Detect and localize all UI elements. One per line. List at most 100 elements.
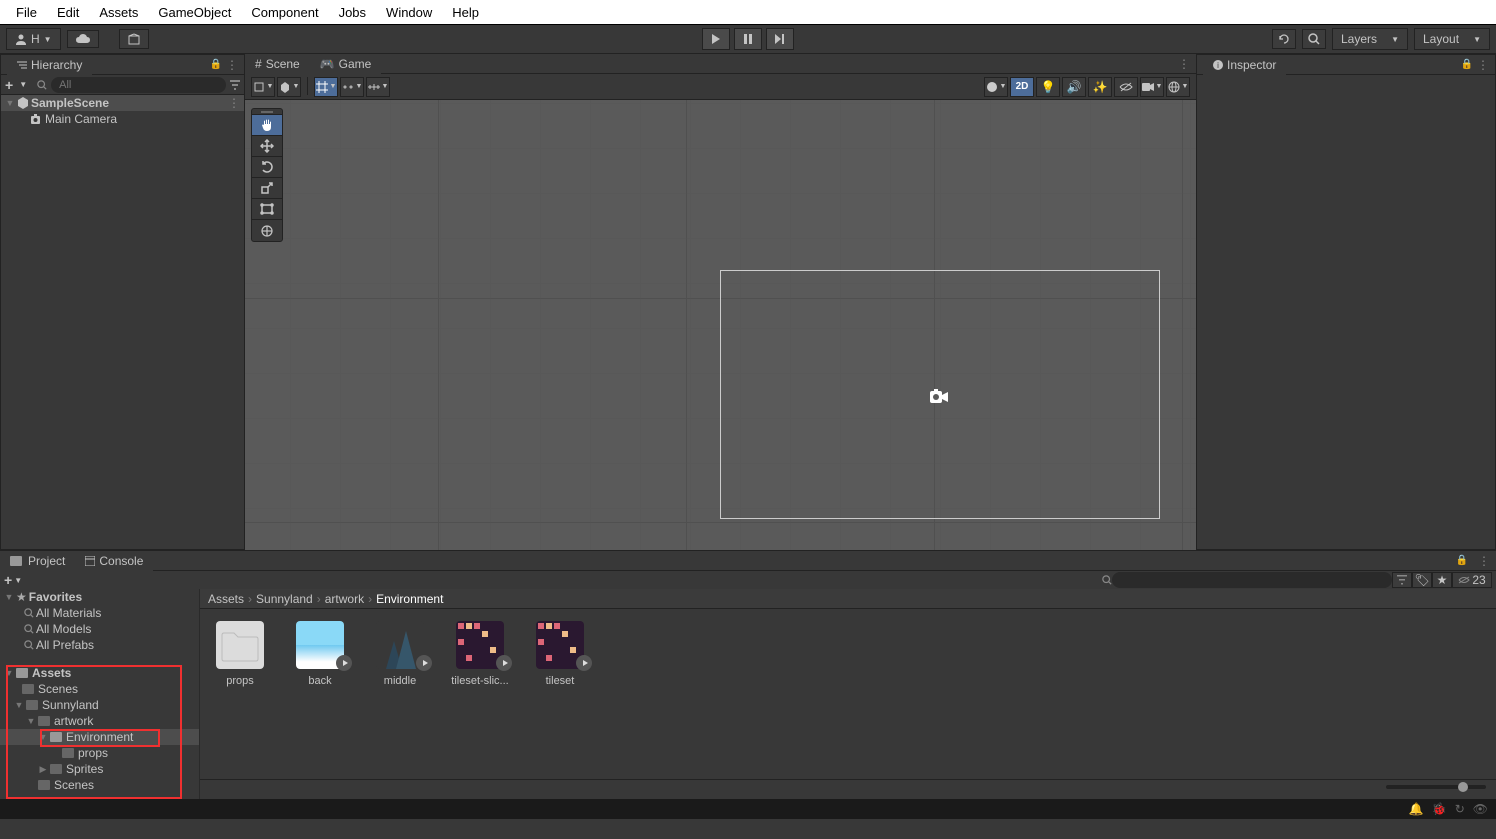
snap-increment-button[interactable]: ▼ bbox=[340, 77, 364, 97]
star-icon: ★ bbox=[16, 590, 27, 604]
gizmos-button[interactable]: ▼ bbox=[1166, 77, 1190, 97]
panel-menu-icon[interactable]: ⋮ bbox=[1472, 554, 1496, 568]
lock-icon[interactable]: 🔒 bbox=[210, 59, 222, 70]
hierarchy-search-input[interactable] bbox=[51, 77, 226, 93]
asset-grid[interactable]: props back middle bbox=[200, 609, 1496, 779]
scene-tab[interactable]: # Scene bbox=[245, 54, 310, 74]
thumbnail-size-slider[interactable] bbox=[1386, 785, 1486, 789]
favorite-all-materials[interactable]: All Materials bbox=[0, 605, 199, 621]
lock-icon[interactable]: 🔒 bbox=[1452, 555, 1472, 566]
snap-toggle-button[interactable]: ▼ bbox=[366, 77, 390, 97]
auto-refresh-icon[interactable]: ↻ bbox=[1455, 802, 1465, 816]
grid-snap-button[interactable]: ▼ bbox=[314, 77, 338, 97]
favorites-header[interactable]: ▼★ Favorites bbox=[0, 589, 199, 605]
user-icon bbox=[15, 33, 27, 45]
camera-button[interactable]: ▼ bbox=[1140, 77, 1164, 97]
panel-menu-icon[interactable]: ⋮ bbox=[226, 58, 238, 72]
lock-icon[interactable]: 🔒 bbox=[1461, 59, 1473, 70]
breadcrumb-sunnyland[interactable]: Sunnyland bbox=[256, 592, 313, 606]
asset-props[interactable]: props bbox=[212, 621, 268, 687]
project-tab[interactable]: Project bbox=[0, 551, 75, 571]
filter-icon[interactable] bbox=[230, 80, 240, 90]
search-type-button[interactable] bbox=[1392, 572, 1412, 588]
menu-component[interactable]: Component bbox=[241, 1, 328, 24]
global-search-button[interactable] bbox=[1302, 29, 1326, 49]
scenes2-folder[interactable]: Scenes bbox=[0, 777, 199, 793]
sunnyland-folder[interactable]: ▼Sunnyland bbox=[0, 697, 199, 713]
audio-button[interactable]: 🔊 bbox=[1062, 77, 1086, 97]
favorite-all-models[interactable]: All Models bbox=[0, 621, 199, 637]
asset-back[interactable]: back bbox=[292, 621, 348, 687]
scenes-folder[interactable]: Scenes bbox=[0, 681, 199, 697]
breadcrumb-artwork[interactable]: artwork bbox=[325, 592, 364, 606]
console-tab[interactable]: Console bbox=[75, 551, 153, 571]
play-button[interactable] bbox=[702, 28, 730, 50]
move-tool[interactable] bbox=[252, 136, 282, 157]
breadcrumb-assets[interactable]: Assets bbox=[208, 592, 244, 606]
package-manager-button[interactable] bbox=[119, 29, 149, 49]
breadcrumb-environment[interactable]: Environment bbox=[376, 592, 443, 606]
hierarchy-scene-item[interactable]: ▼ SampleScene ⋮ bbox=[1, 95, 244, 111]
step-button[interactable] bbox=[766, 28, 794, 50]
local-dropdown[interactable]: ▼ bbox=[277, 77, 301, 97]
assets-folder[interactable]: ▼Assets bbox=[0, 665, 199, 681]
menu-assets[interactable]: Assets bbox=[89, 1, 148, 24]
transform-tool[interactable] bbox=[252, 220, 282, 241]
project-search-input[interactable] bbox=[1112, 572, 1392, 588]
camera-gizmo-icon[interactable] bbox=[930, 389, 948, 403]
visibility-button[interactable] bbox=[1114, 77, 1138, 97]
panel-menu-icon[interactable]: ⋮ bbox=[1477, 58, 1489, 72]
create-dropdown[interactable]: + bbox=[4, 572, 12, 588]
menu-edit[interactable]: Edit bbox=[47, 1, 89, 24]
menu-file[interactable]: File bbox=[6, 1, 47, 24]
favorite-all-prefabs[interactable]: All Prefabs bbox=[0, 637, 199, 653]
game-tab[interactable]: 🎮 Game bbox=[310, 54, 382, 74]
debug-icon[interactable]: 🐞 bbox=[1432, 802, 1447, 816]
hierarchy-camera-item[interactable]: Main Camera bbox=[1, 111, 244, 127]
hand-icon bbox=[260, 118, 274, 132]
pivot-dropdown[interactable]: ▼ bbox=[251, 77, 275, 97]
environment-folder[interactable]: ▼Environment bbox=[0, 729, 199, 745]
shading-dropdown[interactable]: ▼ bbox=[984, 77, 1008, 97]
artwork-folder[interactable]: ▼artwork bbox=[0, 713, 199, 729]
menu-help[interactable]: Help bbox=[442, 1, 489, 24]
play-badge-icon bbox=[336, 655, 352, 671]
fx-icon: ✨ bbox=[1093, 80, 1108, 94]
panel-menu-icon[interactable]: ⋮ bbox=[1172, 57, 1196, 71]
layers-dropdown[interactable]: Layers▼ bbox=[1332, 28, 1408, 50]
eye-slash-icon bbox=[1458, 576, 1470, 584]
pause-button[interactable] bbox=[734, 28, 762, 50]
rect-tool[interactable] bbox=[252, 199, 282, 220]
scene-viewport[interactable] bbox=[245, 100, 1196, 550]
asset-tileset-sliced[interactable]: tileset-slic... bbox=[452, 621, 508, 687]
account-dropdown[interactable]: H ▼ bbox=[6, 28, 61, 50]
notifications-icon[interactable]: 🔔 bbox=[1409, 802, 1424, 816]
menu-jobs[interactable]: Jobs bbox=[329, 1, 376, 24]
rotate-tool[interactable] bbox=[252, 157, 282, 178]
hierarchy-tab[interactable]: Hierarchy bbox=[7, 55, 92, 75]
layout-dropdown[interactable]: Layout▼ bbox=[1414, 28, 1490, 50]
fx-button[interactable]: ✨ bbox=[1088, 77, 1112, 97]
inspector-tab[interactable]: i Inspector bbox=[1203, 55, 1286, 75]
slider-thumb[interactable] bbox=[1458, 782, 1468, 792]
menu-window[interactable]: Window bbox=[376, 1, 442, 24]
info-icon: i bbox=[1213, 60, 1223, 70]
more-icon[interactable]: ⋮ bbox=[228, 96, 240, 110]
lighting-button[interactable]: 💡 bbox=[1036, 77, 1060, 97]
hide-icon[interactable]: 👁 bbox=[1473, 802, 1488, 816]
hand-tool[interactable] bbox=[252, 115, 282, 136]
search-label-button[interactable]: 🏷 bbox=[1412, 572, 1432, 588]
asset-tileset[interactable]: tileset bbox=[532, 621, 588, 687]
save-search-button[interactable]: ★ bbox=[1432, 572, 1452, 588]
2d-toggle-button[interactable]: 2D bbox=[1010, 77, 1034, 97]
hidden-count-button[interactable]: 23 bbox=[1452, 572, 1492, 588]
folder-icon bbox=[22, 684, 34, 694]
props-folder[interactable]: props bbox=[0, 745, 199, 761]
undo-history-button[interactable] bbox=[1272, 29, 1296, 49]
scale-tool[interactable] bbox=[252, 178, 282, 199]
sprites-folder[interactable]: ▶Sprites bbox=[0, 761, 199, 777]
menu-gameobject[interactable]: GameObject bbox=[148, 1, 241, 24]
create-dropdown[interactable]: + bbox=[5, 77, 13, 93]
asset-middle[interactable]: middle bbox=[372, 621, 428, 687]
cloud-button[interactable] bbox=[67, 30, 99, 48]
